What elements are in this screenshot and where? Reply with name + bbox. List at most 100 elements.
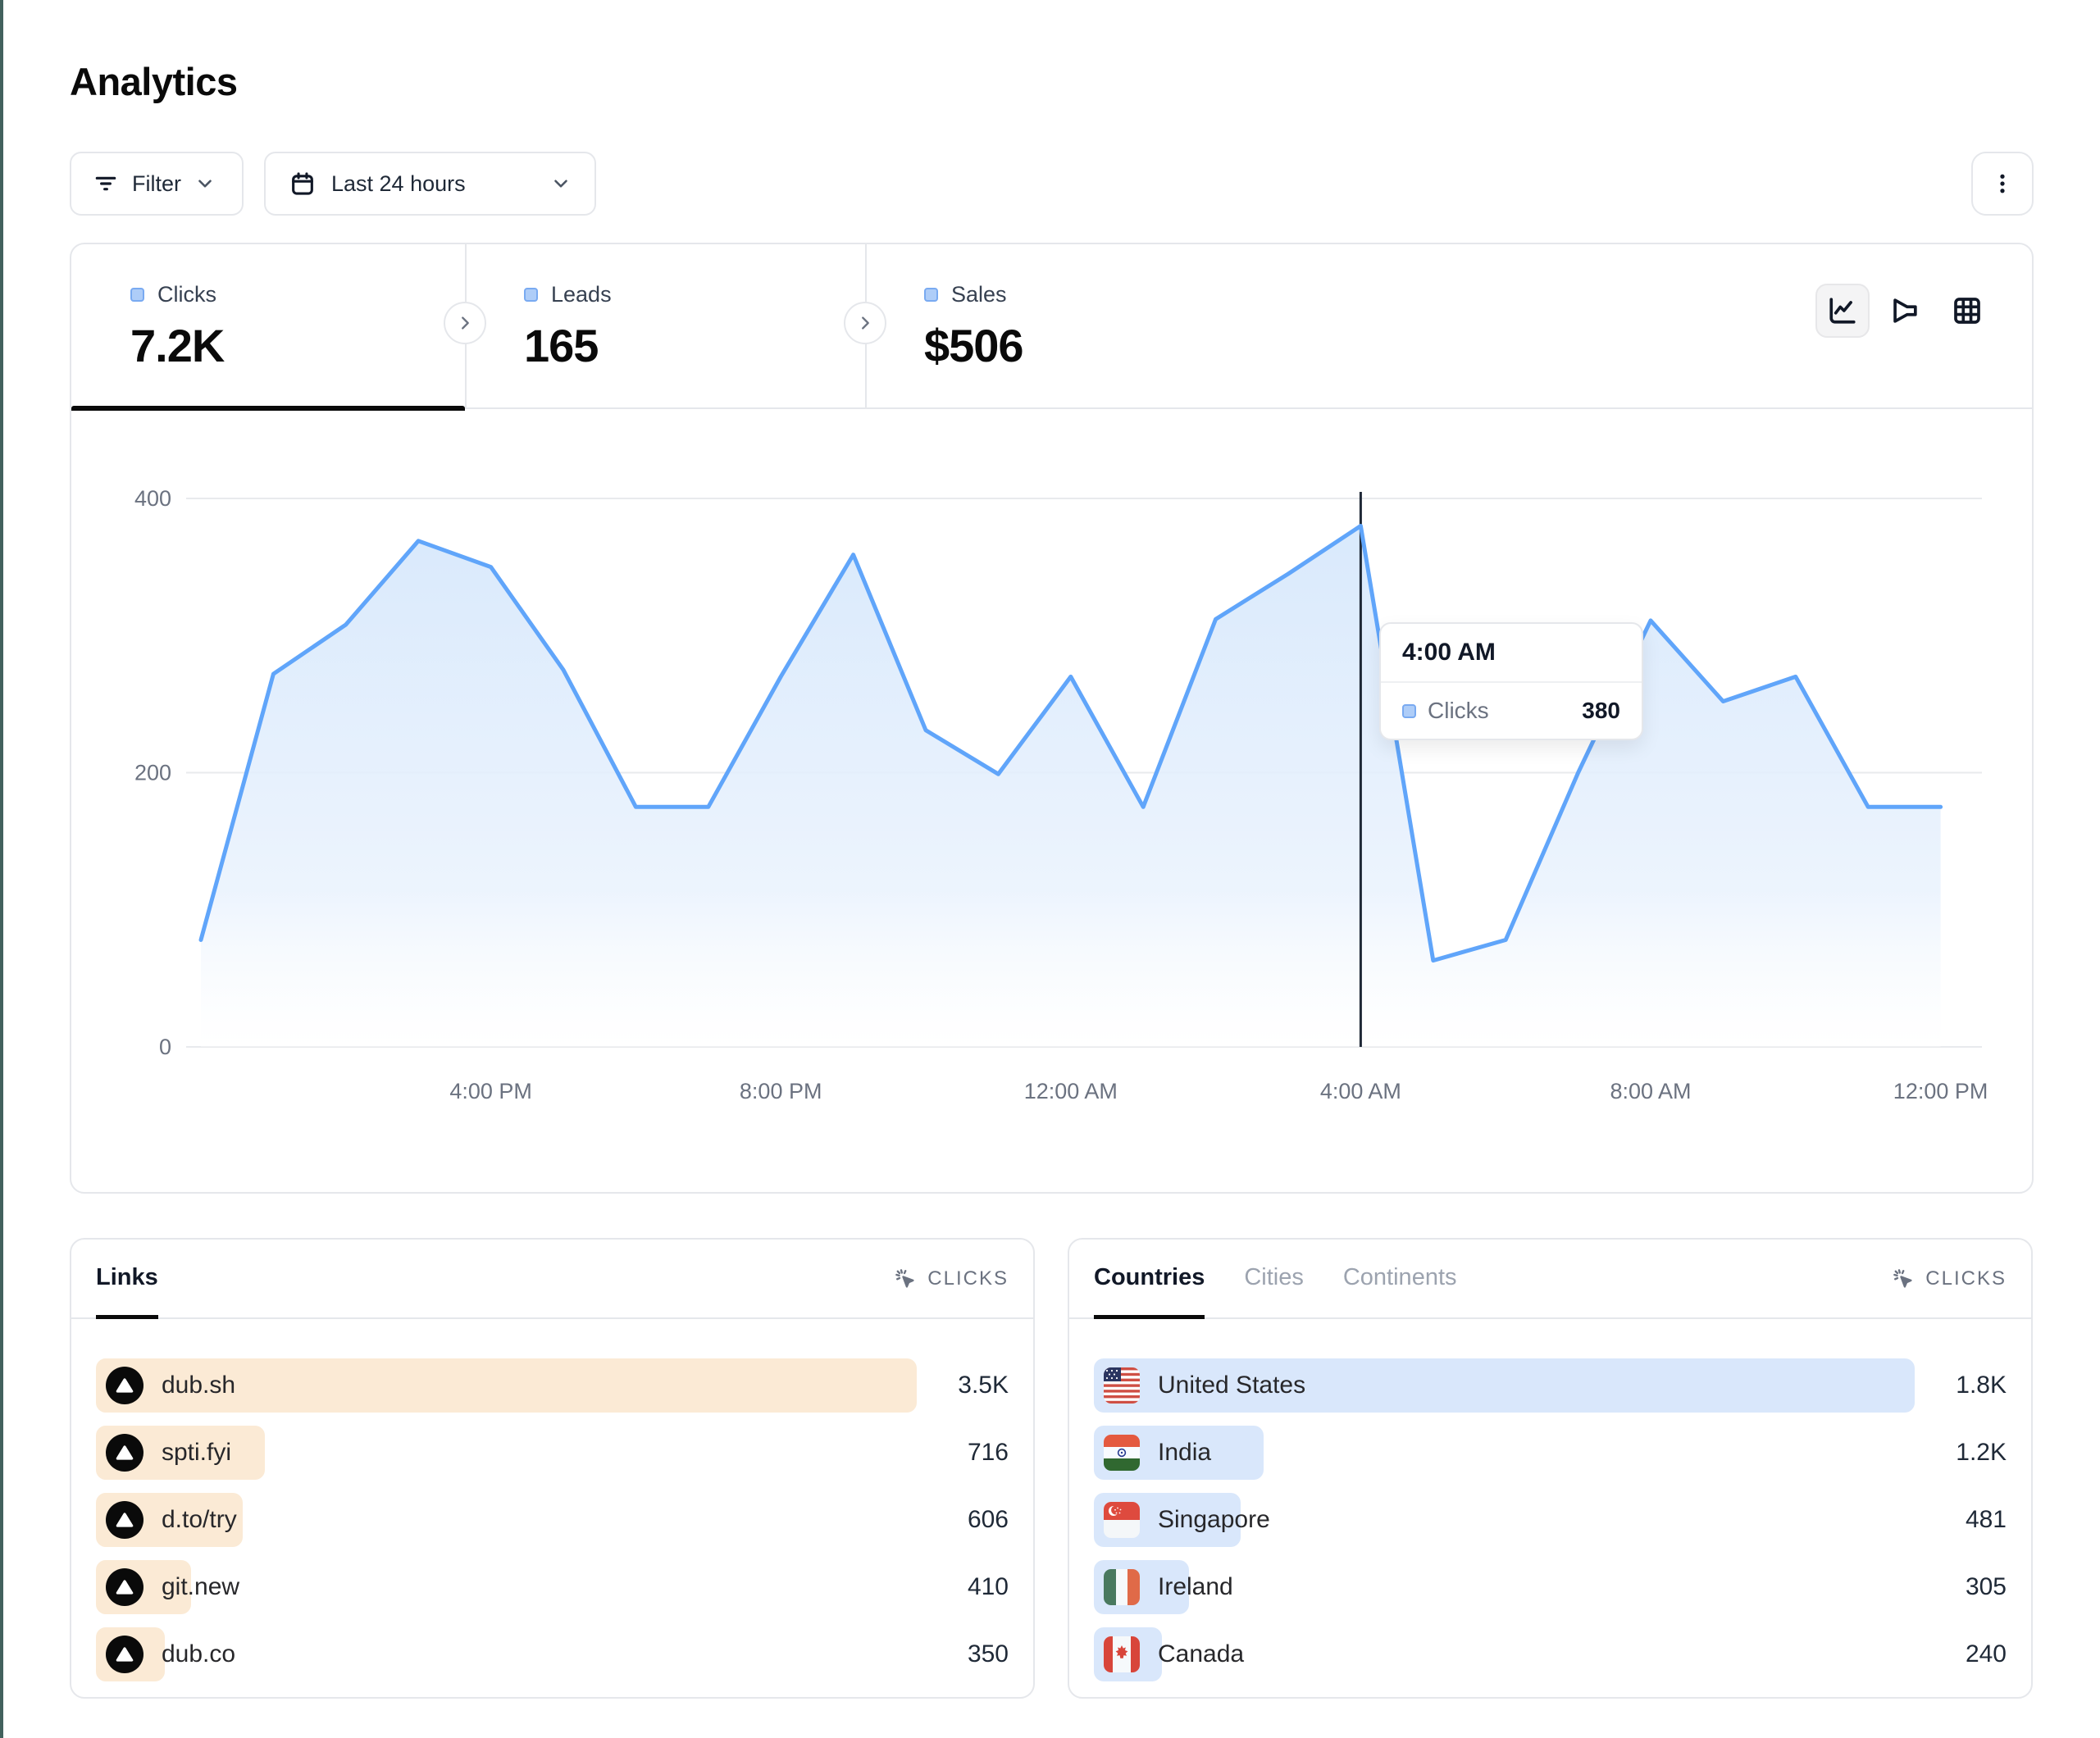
window-edge-accent	[0, 0, 3, 1738]
country-row[interactable]: United States 1.8K	[1094, 1358, 2007, 1413]
dub-logo-icon	[106, 1434, 143, 1472]
link-row[interactable]: d.to/try 606	[96, 1493, 1009, 1547]
stat-value: 7.2K	[130, 319, 465, 372]
canada-flag-icon	[1104, 1636, 1140, 1672]
tooltip-series-swatch	[1402, 704, 1416, 718]
country-clicks-value: 1.8K	[1915, 1372, 2007, 1399]
stat-value: 165	[524, 319, 865, 372]
tab-countries-label: Countries	[1094, 1264, 1205, 1291]
link-clicks-value: 350	[917, 1640, 1009, 1668]
chevron-right-icon	[456, 314, 474, 332]
filter-button-label: Filter	[132, 171, 181, 197]
funnel-chart-view-button[interactable]	[1878, 284, 1932, 338]
dub-logo-icon	[106, 1501, 143, 1539]
chevron-down-icon	[550, 173, 572, 194]
link-label: dub.sh	[162, 1372, 235, 1399]
area-chart-canvas: 0 200 400 4:00 PM 8:00 PM 12:00 AM 4:00 AM 8:00…	[71, 461, 2032, 1117]
tab-links[interactable]: Links	[96, 1240, 158, 1319]
tab-clicks[interactable]: Clicks 7.2K	[71, 244, 465, 409]
svg-text:4:00 PM: 4:00 PM	[449, 1079, 532, 1103]
tab-continents[interactable]: Continents	[1343, 1240, 1457, 1319]
link-row[interactable]: dub.sh 3.5K	[96, 1358, 1009, 1413]
stat-label: Sales	[951, 282, 1007, 307]
cursor-click-icon	[1891, 1267, 1916, 1291]
kebab-menu-icon	[1990, 171, 2015, 196]
link-label: dub.co	[162, 1640, 235, 1668]
link-clicks-value: 410	[917, 1573, 1009, 1601]
country-clicks-value: 481	[1915, 1506, 2007, 1534]
link-row[interactable]: git.new 410	[96, 1560, 1009, 1614]
svg-text:4:00 AM: 4:00 AM	[1320, 1079, 1401, 1103]
link-clicks-value: 3.5K	[917, 1372, 1009, 1399]
link-row[interactable]: spti.fyi 716	[96, 1426, 1009, 1480]
expand-sales-button[interactable]	[844, 302, 886, 344]
link-row[interactable]: dub.co 350	[96, 1627, 1009, 1681]
link-clicks-value: 716	[917, 1439, 1009, 1467]
tab-links-label: Links	[96, 1264, 158, 1291]
line-chart-icon	[1824, 293, 1861, 329]
ireland-flag-icon	[1104, 1569, 1140, 1605]
svg-text:200: 200	[134, 761, 171, 785]
tooltip-series-name: Clicks	[1428, 698, 1489, 724]
analytics-card: Clicks 7.2K Leads 165	[70, 243, 2034, 1194]
country-label: United States	[1158, 1372, 1305, 1399]
country-row[interactable]: Singapore 481	[1094, 1493, 2007, 1547]
funnel-chart-icon	[1887, 293, 1923, 329]
page-title: Analytics	[70, 59, 237, 104]
stats-tabs-row: Clicks 7.2K Leads 165	[71, 244, 2032, 409]
date-range-button[interactable]: Last 24 hours	[264, 152, 596, 216]
chart-view-toggles	[1815, 284, 1994, 338]
country-clicks-value: 240	[1915, 1640, 2007, 1668]
tooltip-time: 4:00 AM	[1381, 624, 1642, 683]
svg-text:8:00 AM: 8:00 AM	[1610, 1079, 1691, 1103]
table-view-button[interactable]	[1940, 284, 1994, 338]
chart-tooltip: 4:00 AM Clicks 380	[1379, 622, 1643, 740]
dub-logo-icon	[106, 1367, 143, 1404]
tab-leads[interactable]: Leads 165	[465, 244, 865, 409]
country-label: Singapore	[1158, 1506, 1270, 1534]
svg-text:12:00 PM: 12:00 PM	[1893, 1079, 1988, 1103]
country-label: India	[1158, 1439, 1211, 1467]
svg-text:400: 400	[134, 486, 171, 511]
singapore-flag-icon	[1104, 1502, 1140, 1538]
svg-text:8:00 PM: 8:00 PM	[740, 1079, 822, 1103]
countries-list: United States 1.8K India 1.2K	[1069, 1319, 2031, 1681]
sales-legend-swatch	[924, 288, 938, 302]
links-metric-selector[interactable]: CLICKS	[893, 1240, 1009, 1317]
stat-label: Clicks	[157, 282, 216, 307]
link-label: d.to/try	[162, 1506, 237, 1534]
line-chart-view-button[interactable]	[1815, 284, 1870, 338]
more-options-button[interactable]	[1971, 152, 2034, 216]
link-label: spti.fyi	[162, 1439, 231, 1467]
analytics-page: Analytics Filter Last 24 hours Cl	[0, 0, 2100, 1738]
country-row[interactable]: Ireland 305	[1094, 1560, 2007, 1614]
tab-sales[interactable]: Sales $506	[865, 244, 1275, 409]
country-row[interactable]: Canada 240	[1094, 1627, 2007, 1681]
link-label: git.new	[162, 1573, 239, 1601]
country-label: Canada	[1158, 1640, 1244, 1668]
date-range-label: Last 24 hours	[331, 171, 466, 197]
countries-metric-selector[interactable]: CLICKS	[1891, 1240, 2007, 1317]
svg-text:0: 0	[159, 1035, 171, 1059]
expand-leads-button[interactable]	[444, 302, 486, 344]
metric-label: CLICKS	[1925, 1267, 2007, 1290]
india-flag-icon	[1104, 1435, 1140, 1471]
country-row[interactable]: India 1.2K	[1094, 1426, 2007, 1480]
clicks-legend-swatch	[130, 288, 144, 302]
cursor-click-icon	[893, 1267, 918, 1291]
links-list: dub.sh 3.5K spti.fyi 716	[71, 1319, 1033, 1681]
leads-legend-swatch	[524, 288, 538, 302]
calendar-icon	[289, 170, 317, 198]
tab-cities[interactable]: Cities	[1244, 1240, 1304, 1319]
country-clicks-value: 1.2K	[1915, 1439, 2007, 1467]
country-clicks-value: 305	[1915, 1573, 2007, 1601]
tooltip-series-value: 380	[1582, 698, 1620, 724]
tab-countries[interactable]: Countries	[1094, 1240, 1205, 1319]
filter-button[interactable]: Filter	[70, 152, 244, 216]
svg-text:12:00 AM: 12:00 AM	[1024, 1079, 1118, 1103]
clicks-time-series-chart[interactable]: 0 200 400 4:00 PM 8:00 PM 12:00 AM 4:00 AM 8:00…	[71, 461, 2032, 1117]
tab-cities-label: Cities	[1244, 1264, 1304, 1291]
countries-panel: Countries Cities Continents CLICKS	[1068, 1238, 2033, 1699]
table-grid-icon	[1950, 293, 1984, 328]
chevron-down-icon	[194, 173, 216, 194]
